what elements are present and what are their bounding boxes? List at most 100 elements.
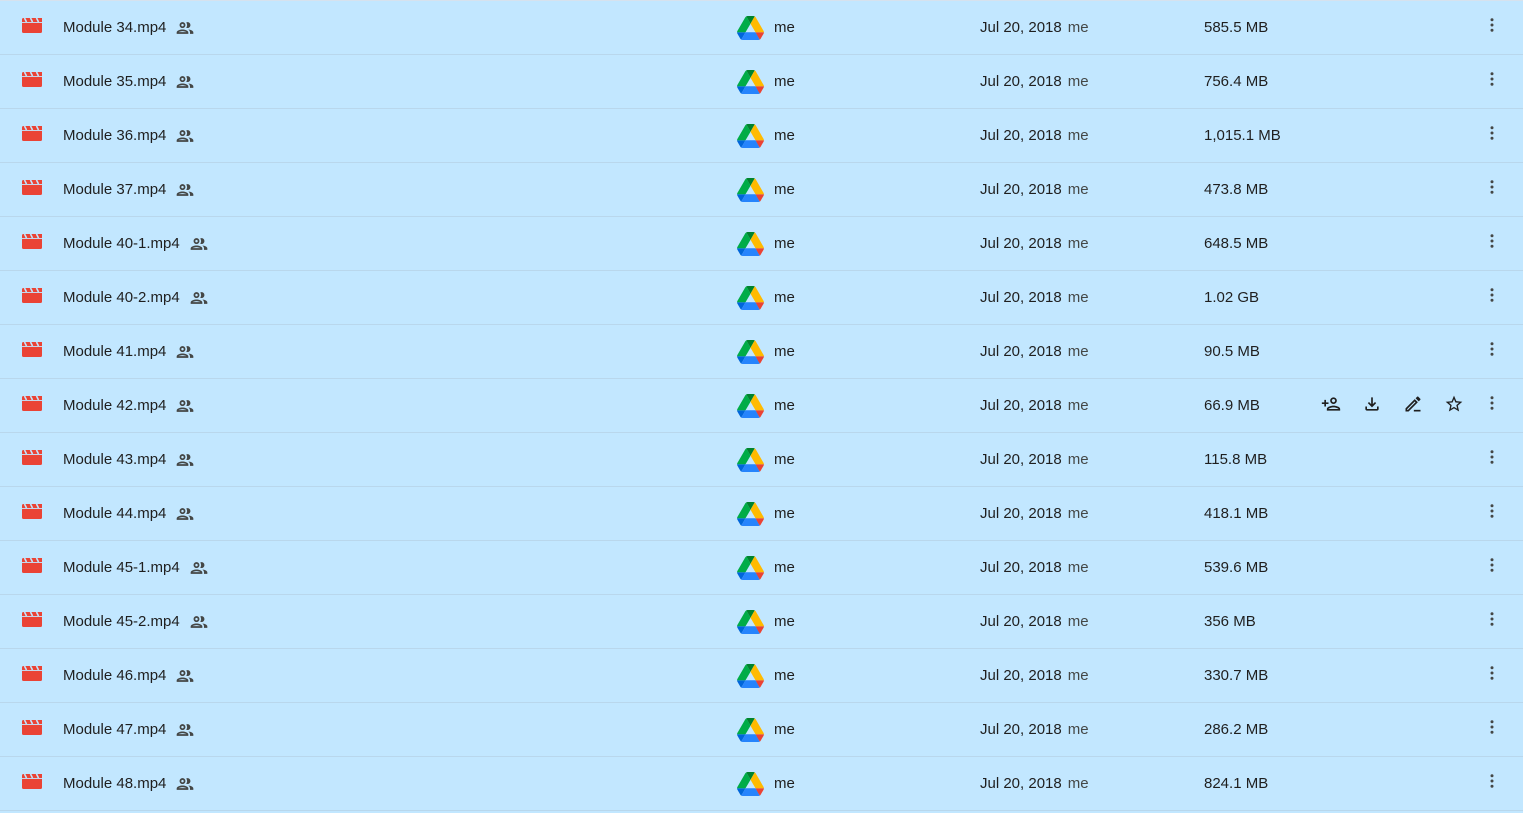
more-actions-button[interactable]	[1478, 768, 1506, 798]
last-modified-cell: Jul 20, 2018 me	[980, 595, 1089, 648]
file-row[interactable]: Module 37.mp4 me Jul 20, 2018 me 473.8 M…	[0, 163, 1523, 217]
file-row[interactable]: Module 40-1.mp4 me Jul 20, 2018 me 648.5…	[0, 217, 1523, 271]
owner-cell: me	[737, 271, 795, 324]
file-name[interactable]: Module 42.mp4	[63, 397, 166, 414]
file-row[interactable]: Module 41.mp4 me Jul 20, 2018 me 90.5 MB	[0, 325, 1523, 379]
last-modified-cell: Jul 20, 2018 me	[980, 1, 1089, 54]
file-row[interactable]: Module 43.mp4 me Jul 20, 2018 me 115.8 M…	[0, 433, 1523, 487]
more-actions-button[interactable]	[1478, 174, 1506, 204]
file-name-cell[interactable]: Module 41.mp4	[63, 325, 195, 378]
more-actions-button[interactable]	[1478, 444, 1506, 474]
video-file-icon	[22, 719, 42, 735]
file-name-cell[interactable]: Module 45-2.mp4	[63, 595, 209, 648]
more-actions-button[interactable]	[1478, 66, 1506, 96]
owner-cell: me	[737, 325, 795, 378]
share-button[interactable]	[1315, 392, 1347, 420]
file-name-cell[interactable]: Module 36.mp4	[63, 109, 195, 162]
file-row[interactable]: Module 35.mp4 me Jul 20, 2018 me 756.4 M…	[0, 55, 1523, 109]
file-name[interactable]: Module 43.mp4	[63, 451, 166, 468]
owner-name: me	[774, 451, 795, 468]
more-actions-button[interactable]	[1478, 336, 1506, 366]
more-actions-button[interactable]	[1478, 282, 1506, 312]
file-row[interactable]: Module 42.mp4 me Jul 20, 2018 me 66.9 MB	[0, 379, 1523, 433]
file-name[interactable]: Module 40-2.mp4	[63, 289, 180, 306]
more-actions-button[interactable]	[1478, 606, 1506, 636]
file-name[interactable]: Module 44.mp4	[63, 505, 166, 522]
last-modified-cell: Jul 20, 2018 me	[980, 379, 1089, 432]
rename-button[interactable]	[1397, 392, 1429, 420]
file-size: 824.1 MB	[1204, 775, 1269, 792]
google-drive-icon	[737, 177, 764, 202]
video-file-icon	[22, 233, 42, 249]
file-name-cell[interactable]: Module 45-1.mp4	[63, 541, 209, 594]
file-name[interactable]: Module 47.mp4	[63, 721, 166, 738]
file-name-cell[interactable]: Module 35.mp4	[63, 55, 195, 108]
last-modified-cell: Jul 20, 2018 me	[980, 325, 1089, 378]
shared-people-icon	[175, 342, 195, 362]
file-name-cell[interactable]: Module 44.mp4	[63, 487, 195, 540]
file-name[interactable]: Module 40-1.mp4	[63, 235, 180, 252]
more-actions-button[interactable]	[1478, 228, 1506, 258]
last-modified-cell: Jul 20, 2018 me	[980, 757, 1089, 810]
download-button[interactable]	[1356, 392, 1388, 420]
file-row[interactable]: Module 45-2.mp4 me Jul 20, 2018 me 356 M…	[0, 595, 1523, 649]
file-name[interactable]: Module 37.mp4	[63, 181, 166, 198]
download-icon	[1362, 394, 1382, 418]
file-row[interactable]: Module 34.mp4 me Jul 20, 2018 me 585.5 M…	[0, 1, 1523, 55]
file-name-cell[interactable]: Module 43.mp4	[63, 433, 195, 486]
shared-people-icon	[175, 774, 195, 794]
modified-date: Jul 20, 2018	[980, 343, 1062, 360]
owner-cell: me	[737, 433, 795, 486]
file-name[interactable]: Module 36.mp4	[63, 127, 166, 144]
file-name-cell[interactable]: Module 34.mp4	[63, 1, 195, 54]
last-modified-cell: Jul 20, 2018 me	[980, 703, 1089, 756]
file-name[interactable]: Module 45-2.mp4	[63, 613, 180, 630]
file-row[interactable]: Module 47.mp4 me Jul 20, 2018 me 286.2 M…	[0, 703, 1523, 757]
file-name[interactable]: Module 48.mp4	[63, 775, 166, 792]
file-name-cell[interactable]: Module 40-1.mp4	[63, 217, 209, 270]
modified-date: Jul 20, 2018	[980, 19, 1062, 36]
modified-date: Jul 20, 2018	[980, 127, 1062, 144]
more-actions-button[interactable]	[1478, 714, 1506, 744]
file-row[interactable]: Module 46.mp4 me Jul 20, 2018 me 330.7 M…	[0, 649, 1523, 703]
file-name-cell[interactable]: Module 37.mp4	[63, 163, 195, 216]
file-size: 473.8 MB	[1204, 181, 1269, 198]
file-name[interactable]: Module 41.mp4	[63, 343, 166, 360]
modified-date: Jul 20, 2018	[980, 451, 1062, 468]
file-row[interactable]: Module 36.mp4 me Jul 20, 2018 me 1,015.1…	[0, 109, 1523, 163]
google-drive-icon	[737, 555, 764, 580]
file-name-cell[interactable]: Module 46.mp4	[63, 649, 195, 702]
more-actions-button[interactable]	[1478, 660, 1506, 690]
file-row[interactable]: Module 44.mp4 me Jul 20, 2018 me 418.1 M…	[0, 487, 1523, 541]
more-actions-button[interactable]	[1478, 120, 1506, 150]
more-actions-button[interactable]	[1478, 498, 1506, 528]
last-modified-cell: Jul 20, 2018 me	[980, 217, 1089, 270]
file-name[interactable]: Module 34.mp4	[63, 19, 166, 36]
file-row[interactable]: Module 40-2.mp4 me Jul 20, 2018 me 1.02 …	[0, 271, 1523, 325]
file-name-cell[interactable]: Module 47.mp4	[63, 703, 195, 756]
file-name-cell[interactable]: Module 48.mp4	[63, 757, 195, 810]
star-button[interactable]	[1438, 392, 1470, 420]
owner-cell: me	[737, 217, 795, 270]
owner-name: me	[774, 73, 795, 90]
file-row[interactable]: Module 45-1.mp4 me Jul 20, 2018 me 539.6…	[0, 541, 1523, 595]
more-vertical-icon	[1483, 178, 1501, 200]
owner-name: me	[774, 505, 795, 522]
modified-date: Jul 20, 2018	[980, 505, 1062, 522]
file-size: 539.6 MB	[1204, 559, 1269, 576]
shared-people-icon	[189, 558, 209, 578]
video-file-icon	[22, 71, 42, 87]
more-actions-button[interactable]	[1478, 12, 1506, 42]
file-name-cell[interactable]: Module 42.mp4	[63, 379, 195, 432]
file-size: 115.8 MB	[1204, 451, 1268, 468]
file-row[interactable]: Module 48.mp4 me Jul 20, 2018 me 824.1 M…	[0, 757, 1523, 811]
file-name[interactable]: Module 45-1.mp4	[63, 559, 180, 576]
more-actions-button[interactable]	[1478, 390, 1506, 420]
file-size: 585.5 MB	[1204, 19, 1269, 36]
file-name-cell[interactable]: Module 40-2.mp4	[63, 271, 209, 324]
modified-date: Jul 20, 2018	[980, 667, 1062, 684]
file-name[interactable]: Module 46.mp4	[63, 667, 166, 684]
more-vertical-icon	[1483, 340, 1501, 362]
more-actions-button[interactable]	[1478, 552, 1506, 582]
file-name[interactable]: Module 35.mp4	[63, 73, 166, 90]
